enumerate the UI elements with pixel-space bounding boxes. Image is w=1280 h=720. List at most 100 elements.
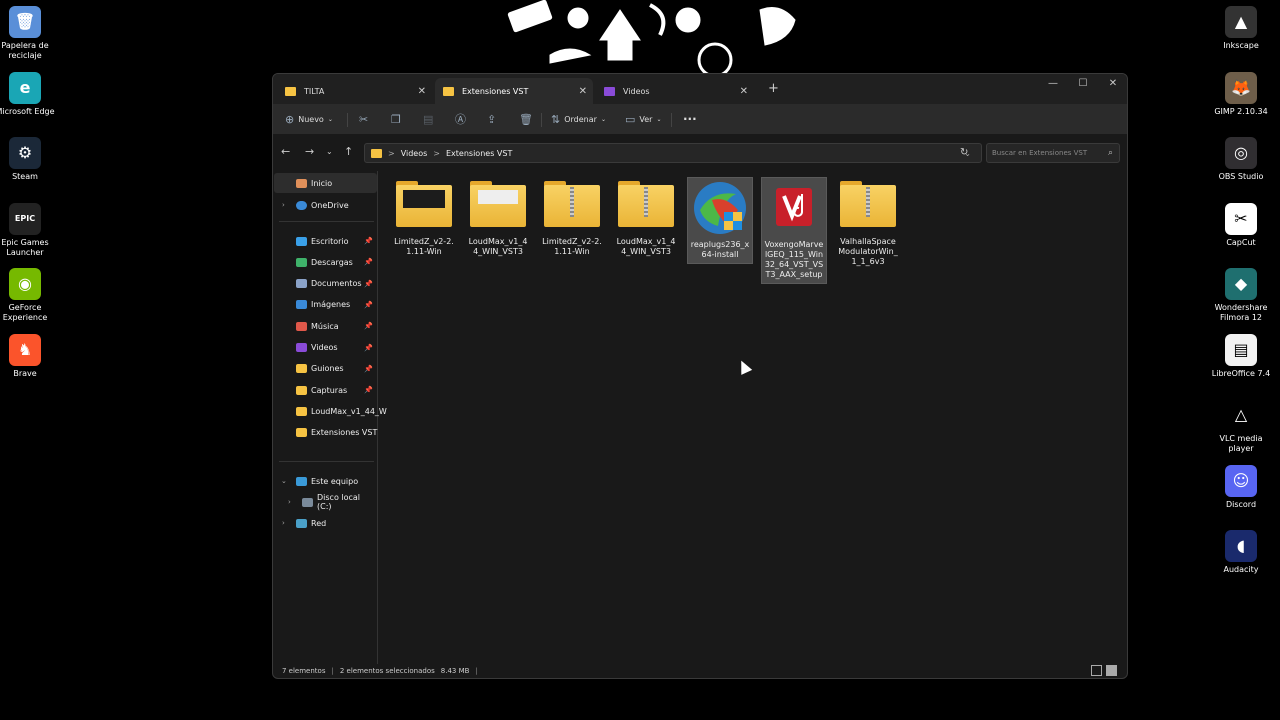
file-item[interactable]: LoudMax_v1_44_WIN_VST3: [613, 177, 679, 260]
desktop-shortcut[interactable]: 🗑 Papelera de reciclaje: [0, 6, 57, 61]
file-explorer-window: TILTA ✕ Extensiones VST ✕ Videos ✕ + — ☐…: [272, 73, 1128, 679]
pin-icon[interactable]: 📌: [364, 344, 373, 352]
up-arrow-icon[interactable]: ↑: [344, 145, 353, 158]
voxengo-installer-icon: [766, 180, 822, 236]
file-item[interactable]: ValhallaSpaceModulatorWin_1_1_6v3: [835, 177, 901, 270]
sidebar-item-onedrive[interactable]: › OneDrive: [274, 195, 377, 215]
sidebar-item-inicio[interactable]: Inicio: [274, 173, 377, 193]
more-options-button[interactable]: ···: [683, 111, 697, 127]
sidebar-item-quick-access[interactable]: Música 📌: [274, 316, 377, 336]
chevron-right-icon[interactable]: ›: [282, 519, 285, 527]
delete-icon[interactable]: 🗑: [519, 111, 537, 127]
close-tab-icon[interactable]: ✕: [579, 86, 587, 97]
refresh-icon[interactable]: ↻: [960, 147, 968, 158]
file-item[interactable]: LimitedZ_v2-2.1.11-Win: [391, 177, 457, 260]
rename-icon[interactable]: Ⓐ: [455, 111, 470, 127]
sidebar-item-quick-access[interactable]: Extensiones VST: [274, 423, 377, 443]
audacity-icon: ◖: [1225, 530, 1257, 562]
desktop-shortcut-label: Discord: [1225, 499, 1257, 509]
sidebar-item-este-equipo[interactable]: ⌄ Este equipo: [274, 471, 377, 491]
toolbar-divider: [541, 113, 542, 127]
pin-icon[interactable]: 📌: [364, 301, 373, 309]
breadcrumb-extensiones-vst[interactable]: Extensiones VST: [446, 149, 512, 158]
share-icon[interactable]: ⇪: [487, 111, 500, 127]
desktop-shortcut[interactable]: e Microsoft Edge: [0, 71, 57, 117]
drive-icon: [302, 497, 313, 507]
address-bar[interactable]: > Videos > Extensiones VST ⌄: [364, 143, 982, 163]
sidebar-item-disco-local[interactable]: › Disco local (C:): [274, 492, 377, 512]
desktop-shortcut[interactable]: ◖ Audacity: [1209, 530, 1273, 575]
sidebar-divider: [279, 461, 374, 462]
sidebar-item-quick-access[interactable]: Guiones 📌: [274, 359, 377, 379]
desktop-shortcut[interactable]: 🦊 GIMP 2.10.34: [1209, 71, 1273, 117]
desktop-shortcut[interactable]: ✂ CapCut: [1209, 202, 1273, 248]
desktop-shortcut-label: Wondershare Filmora 12: [1214, 303, 1268, 322]
file-item[interactable]: VoxengoMarvelGEQ_115_Win32_64_VST_VST3_A…: [761, 177, 827, 284]
onedrive-cloud-icon: [296, 200, 307, 210]
sidebar-item-quick-access[interactable]: LoudMax_v1_44_W: [274, 401, 387, 421]
desktop-shortcut[interactable]: ☺ Discord: [1209, 464, 1273, 510]
desktop-shortcut[interactable]: EPIC Epic Games Launcher: [0, 202, 57, 258]
cut-icon[interactable]: ✂: [359, 111, 372, 127]
search-icon: ⌕: [1107, 148, 1113, 158]
pin-icon[interactable]: 📌: [364, 386, 373, 394]
desktop-shortcut[interactable]: ⚙ Steam: [0, 137, 57, 182]
minimize-button[interactable]: —: [1038, 74, 1068, 94]
obs-icon: ◎: [1225, 137, 1257, 169]
desktop-shortcut[interactable]: ◎ OBS Studio: [1209, 137, 1273, 182]
copy-icon[interactable]: ❐: [391, 111, 405, 127]
back-arrow-icon[interactable]: ←: [281, 145, 290, 158]
desktop-shortcut[interactable]: ♞ Brave: [0, 333, 57, 379]
large-icons-view-icon[interactable]: [1106, 665, 1117, 676]
sidebar-item-red[interactable]: › Red: [274, 513, 377, 533]
pin-icon[interactable]: 📌: [364, 280, 373, 288]
tab-tilta[interactable]: TILTA ✕: [277, 78, 432, 104]
desktop-shortcut[interactable]: ▲ Inkscape: [1209, 6, 1273, 51]
desktop-shortcut[interactable]: ◆ Wondershare Filmora 12: [1209, 268, 1273, 323]
pin-icon[interactable]: 📌: [364, 258, 373, 266]
breadcrumb-separator: >: [388, 148, 395, 158]
chevron-down-icon[interactable]: ⌄: [281, 477, 287, 485]
new-button[interactable]: ⊕ Nuevo ⌄: [285, 111, 333, 127]
tab-extensiones-vst[interactable]: Extensiones VST ✕: [435, 78, 593, 104]
sort-button[interactable]: ⇅ Ordenar ⌄: [551, 111, 606, 127]
status-bar: 7 elementos | 2 elementos seleccionados …: [273, 664, 1127, 678]
close-tab-icon[interactable]: ✕: [418, 86, 426, 97]
pin-icon[interactable]: 📌: [364, 322, 373, 330]
recycle-bin-icon: 🗑: [9, 6, 41, 38]
breadcrumb-videos[interactable]: Videos: [401, 149, 428, 158]
sidebar-item-quick-access[interactable]: Descargas 📌: [274, 252, 377, 272]
desktop-shortcut[interactable]: △ VLC media player: [1209, 399, 1273, 454]
file-name: LimitedZ_v2-2.1.11-Win: [394, 237, 454, 256]
new-tab-button[interactable]: +: [768, 81, 779, 96]
tab-label: TILTA: [304, 86, 325, 96]
sidebar-item-quick-access[interactable]: Escritorio 📌: [274, 231, 377, 251]
tab-bar: TILTA ✕ Extensiones VST ✕ Videos ✕ + — ☐…: [273, 74, 1127, 104]
brave-icon: ♞: [9, 333, 41, 366]
close-tab-icon[interactable]: ✕: [740, 86, 748, 97]
sidebar-item-quick-access[interactable]: Capturas 📌: [274, 380, 377, 400]
file-item[interactable]: LimitedZ_v2-2.1.11-Win: [539, 177, 605, 260]
recent-locations-icon[interactable]: ⌄: [326, 147, 333, 156]
sidebar-item-quick-access[interactable]: Imágenes 📌: [274, 295, 377, 315]
view-button[interactable]: ▭ Ver ⌄: [625, 111, 662, 127]
file-item[interactable]: reaplugs236_x64-install: [687, 177, 753, 264]
desktop-shortcut-label: Brave: [13, 368, 37, 378]
close-window-button[interactable]: ✕: [1098, 74, 1127, 94]
sidebar-item-quick-access[interactable]: Videos 📌: [274, 338, 377, 358]
pin-icon[interactable]: 📌: [364, 237, 373, 245]
desktop-shortcut[interactable]: ◉ GeForce Experience: [0, 268, 57, 323]
chevron-right-icon[interactable]: ›: [288, 498, 291, 506]
paste-icon[interactable]: ▤: [423, 111, 437, 127]
chevron-right-icon[interactable]: ›: [282, 201, 285, 209]
status-separator: |: [475, 667, 478, 675]
maximize-button[interactable]: ☐: [1068, 74, 1098, 94]
details-view-icon[interactable]: [1091, 665, 1102, 676]
desktop-shortcut[interactable]: ▤ LibreOffice 7.4: [1209, 333, 1273, 379]
tab-videos[interactable]: Videos ✕: [596, 78, 754, 104]
file-item[interactable]: LoudMax_v1_44_WIN_VST3: [465, 177, 531, 260]
search-input[interactable]: Buscar en Extensiones VST ⌕: [986, 143, 1120, 163]
sidebar-item-quick-access[interactable]: Documentos 📌: [274, 274, 377, 294]
forward-arrow-icon[interactable]: →: [305, 145, 314, 158]
pin-icon[interactable]: 📌: [364, 365, 373, 373]
